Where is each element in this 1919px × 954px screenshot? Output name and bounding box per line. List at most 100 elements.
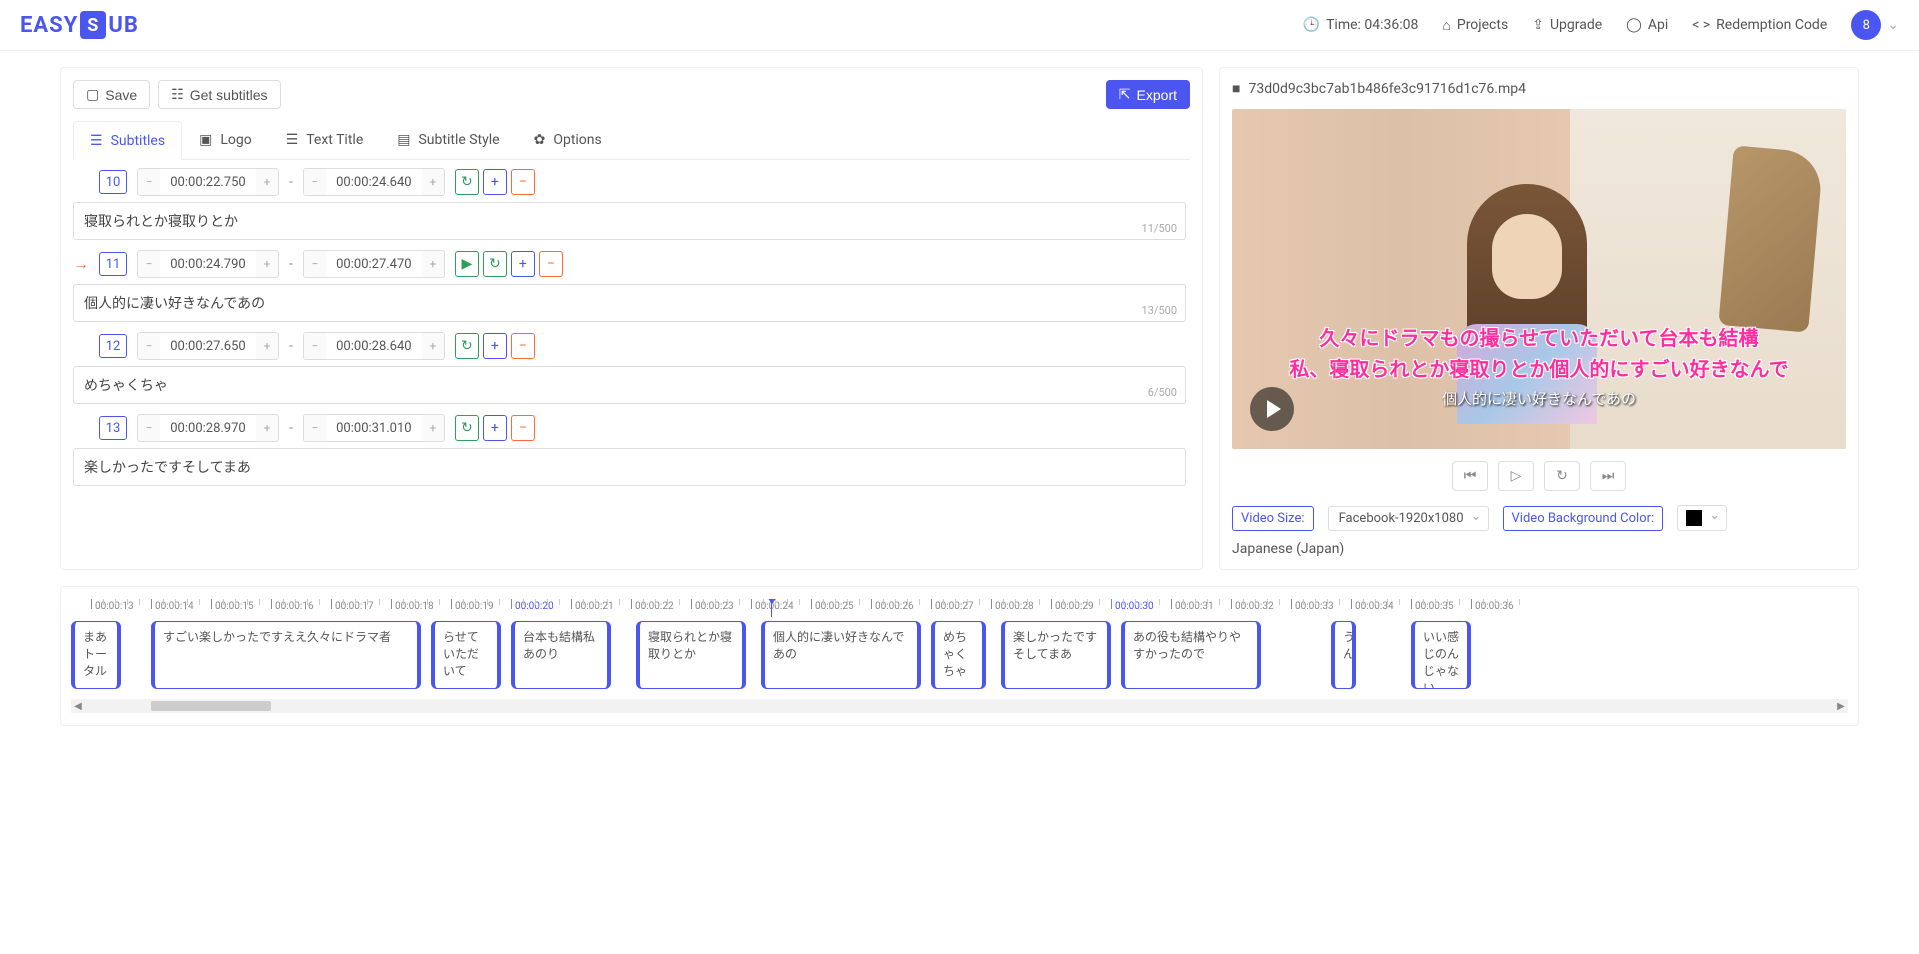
add-sub-button[interactable]: + [483,333,507,359]
api-link[interactable]: ◯ Api [1626,17,1668,33]
inc-start-button[interactable]: + [256,251,278,277]
dec-start-button[interactable]: − [138,415,160,441]
redemption-link[interactable]: < > Redemption Code [1692,17,1827,33]
timeline-clip[interactable]: めちゃくちゃ [931,621,986,689]
dec-start-button[interactable]: − [138,333,160,359]
start-time-input[interactable]: − 00:00:24.790 + [137,250,279,278]
repeat-sub-button[interactable]: ↻ [455,169,479,195]
subtitle-list[interactable]: 10 − 00:00:22.750 + - − 00:00:24.640 + ↻… [73,168,1190,496]
next-button[interactable]: ⏭ [1590,461,1626,491]
prev-button[interactable]: ⏮ [1452,461,1488,491]
timeline-clip[interactable]: 個人的に凄い好きなんであの [761,621,921,689]
end-time-input[interactable]: − 00:00:28.640 + [303,332,445,360]
delete-sub-button[interactable]: − [511,333,535,359]
subtitle-index[interactable]: 12 [99,334,127,358]
inc-start-button[interactable]: + [256,415,278,441]
video-bg-select[interactable] [1677,505,1727,531]
projects-link[interactable]: ⌂ Projects [1442,17,1508,34]
face [1492,214,1562,299]
overlay-line3: 個人的に凄い好きなんであの [1232,388,1846,409]
timeline-clip[interactable]: うん [1331,621,1356,689]
playhead-cursor[interactable] [771,599,772,617]
inc-start-button[interactable]: + [256,333,278,359]
editor-panel: ▢ Save ☷ Get subtitles ⇱ Export ☰ Subtit… [60,67,1203,570]
repeat-button[interactable]: ↻ [1544,461,1580,491]
video-preview[interactable]: 久々にドラマもの撮らせていただいて台本も結構 私、寝取られとか寝取りとか個人的に… [1232,109,1846,449]
upgrade-link[interactable]: ⇪ Upgrade [1532,17,1602,33]
tab-subtitles[interactable]: ☰ Subtitles [73,121,182,160]
timeline-clip[interactable]: らせていただいて [431,621,501,689]
tab-text-title[interactable]: ☰ Text Title [269,121,381,159]
logo-text-pre: EASY [20,13,78,38]
dec-start-button[interactable]: − [138,169,160,195]
scroll-right-icon[interactable]: ▶ [1834,701,1848,712]
timeline-ruler[interactable]: 00:00:1300:00:1400:00:1500:00:1600:00:17… [71,599,1848,617]
subtitle-index[interactable]: 10 [99,170,127,194]
delete-sub-button[interactable]: − [511,169,535,195]
save-button[interactable]: ▢ Save [73,80,150,109]
subtitle-text-input[interactable]: 寝取られとか寝取りとか 11/500 [73,202,1186,240]
play-overlay-button[interactable] [1250,387,1294,431]
timeline-scrollbar[interactable]: ◀ ▶ [71,699,1848,713]
start-time-value: 00:00:27.650 [160,339,256,354]
start-time-input[interactable]: − 00:00:27.650 + [137,332,279,360]
subtitle-index[interactable]: 13 [99,416,127,440]
repeat-sub-button[interactable]: ↻ [455,333,479,359]
dec-end-button[interactable]: − [304,251,326,277]
timeline-clip[interactable]: 寝取られとか寝取りとか [636,621,746,689]
timeline-track[interactable]: まあトータルすごい楽しかったですええ久々にドラマ者らせていただいて台本も結構私あ… [71,621,1848,693]
get-subtitles-button[interactable]: ☷ Get subtitles [158,80,280,109]
tab-logo[interactable]: ▣ Logo [182,121,269,159]
video-size-select[interactable]: Facebook-1920x1080 [1328,506,1489,531]
subtitle-text-input[interactable]: めちゃくちゃ 6/500 [73,366,1186,404]
time-dash: - [289,256,293,272]
export-button[interactable]: ⇱ Export [1106,80,1190,109]
scroll-thumb[interactable] [151,701,271,711]
inc-end-button[interactable]: + [422,169,444,195]
tab-subtitle-style[interactable]: ▤ Subtitle Style [380,121,516,159]
end-time-input[interactable]: − 00:00:31.010 + [303,414,445,442]
delete-sub-button[interactable]: − [539,251,563,277]
timeline-clip[interactable]: 台本も結構私あのり [511,621,611,689]
start-time-input[interactable]: − 00:00:28.970 + [137,414,279,442]
timeline-clip[interactable]: まあトータル [71,621,121,689]
add-sub-button[interactable]: + [483,415,507,441]
subtitle-index[interactable]: 11 [99,252,127,276]
timeline-clip[interactable]: あの役も結構やりやすかったので [1121,621,1261,689]
inc-end-button[interactable]: + [422,333,444,359]
inc-start-button[interactable]: + [256,169,278,195]
user-menu[interactable]: 8 ⌄ [1851,10,1899,40]
end-time-input[interactable]: − 00:00:24.640 + [303,168,445,196]
add-sub-button[interactable]: + [483,169,507,195]
end-time-input[interactable]: − 00:00:27.470 + [303,250,445,278]
dec-end-button[interactable]: − [304,169,326,195]
image-icon: ▣ [199,132,212,148]
dec-end-button[interactable]: − [304,415,326,441]
video-size-value: Facebook-1920x1080 [1339,511,1464,526]
tab-options[interactable]: ✿ Options [517,121,619,159]
start-time-input[interactable]: − 00:00:22.750 + [137,168,279,196]
dec-end-button[interactable]: − [304,333,326,359]
delete-sub-button[interactable]: − [511,415,535,441]
scroll-left-icon[interactable]: ◀ [71,701,85,712]
char-count: 6/500 [1148,386,1177,399]
repeat-sub-button[interactable]: ↻ [455,415,479,441]
timeline-clip[interactable]: すごい楽しかったですええ久々にドラマ者 [151,621,421,689]
time-dash: - [289,338,293,354]
subtitle-text-input[interactable]: 個人的に凄い好きなんであの 13/500 [73,284,1186,322]
tab-options-label: Options [553,132,601,148]
subtitle-row: 13 − 00:00:28.970 + - − 00:00:31.010 + ↻… [73,414,1186,486]
inc-end-button[interactable]: + [422,251,444,277]
video-icon: ■ [1232,80,1240,97]
avatar: 8 [1851,10,1881,40]
timeline-clip[interactable]: いい感じのんじゃない [1411,621,1471,689]
repeat-sub-button[interactable]: ↻ [483,251,507,277]
inc-end-button[interactable]: + [422,415,444,441]
end-time-value: 00:00:31.010 [326,421,422,436]
add-sub-button[interactable]: + [511,251,535,277]
subtitle-text-input[interactable]: 楽しかったですそしてまあ [73,448,1186,486]
play-sub-button[interactable]: ▶ [455,251,479,277]
play-button[interactable]: ▷ [1498,461,1534,491]
dec-start-button[interactable]: − [138,251,160,277]
timeline-clip[interactable]: 楽しかったですそしてまあ [1001,621,1111,689]
